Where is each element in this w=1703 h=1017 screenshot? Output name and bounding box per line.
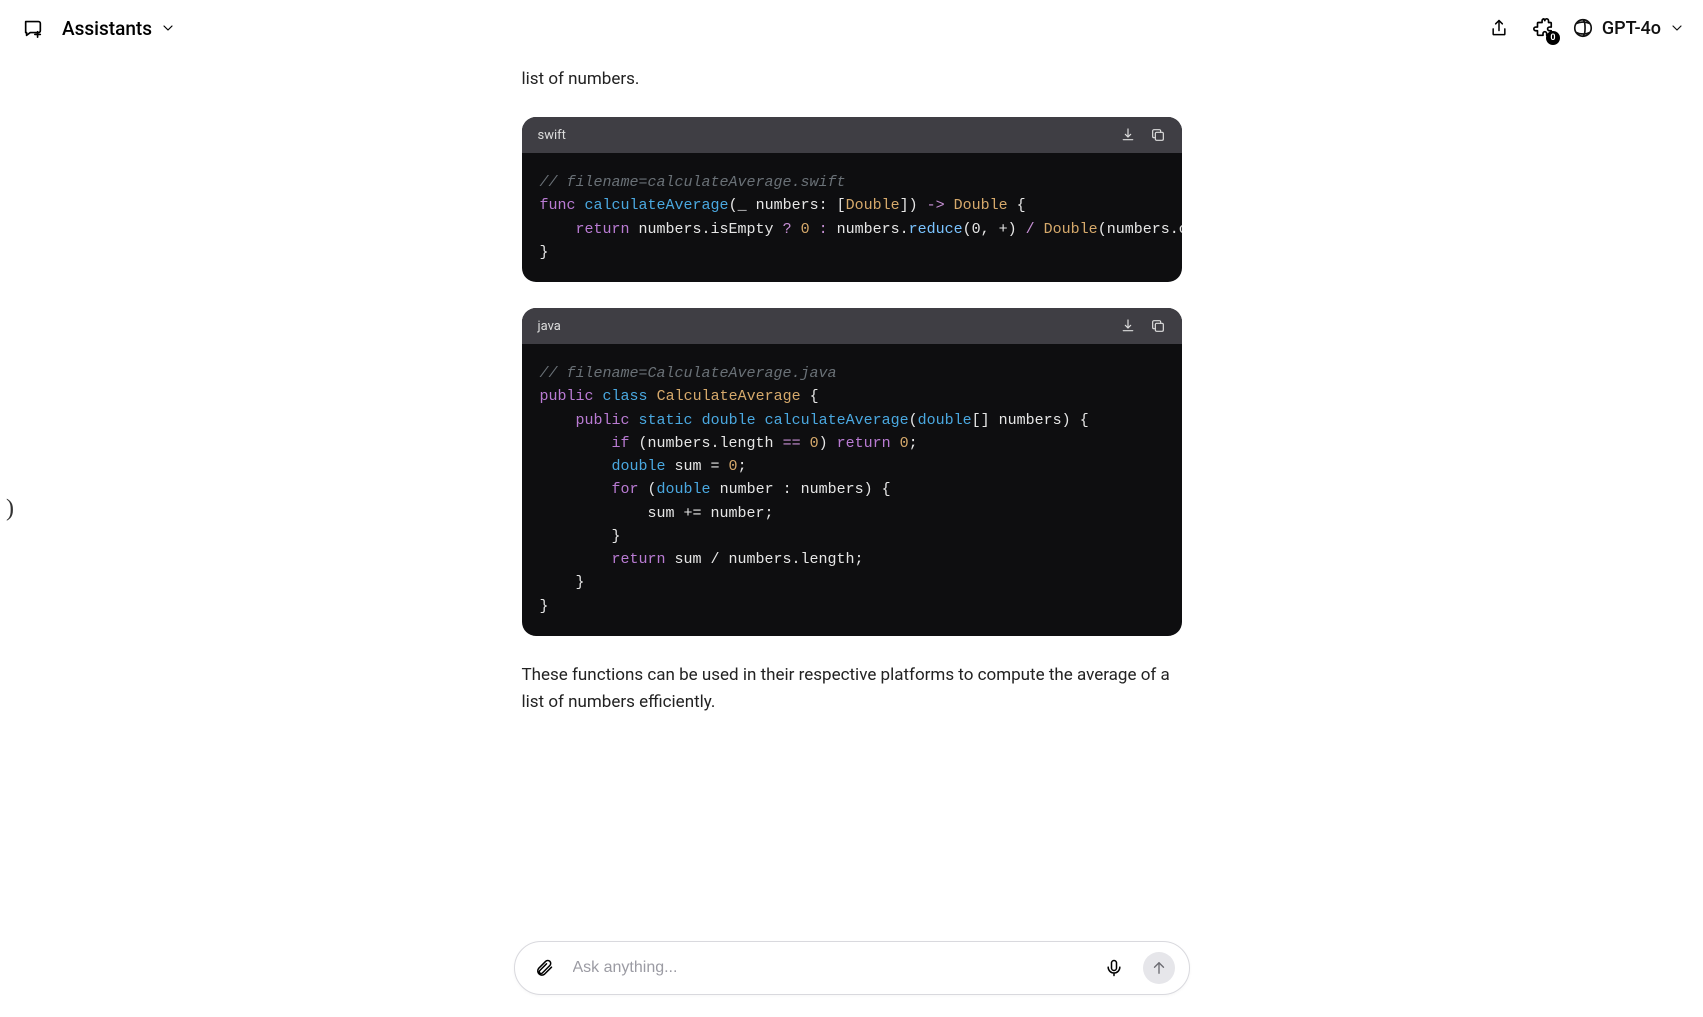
copy-icon[interactable] [1150,127,1166,143]
share-icon[interactable] [1484,13,1514,43]
code-body: // filename=calculateAverage.swift func … [522,153,1182,282]
assistant-text-outro: These functions can be used in their res… [522,662,1182,716]
message-column: list of numbers. swift // filename=calcu… [522,66,1182,780]
code-block-swift: swift // filename=calculateAverage.swift… [522,117,1182,282]
model-selector[interactable]: GPT-4o [1572,17,1685,39]
code-header: java [522,308,1182,344]
code-header: swift [522,117,1182,153]
new-chat-icon[interactable] [18,13,48,43]
code-lang-label: java [538,319,561,334]
topbar-left: Assistants [18,13,176,43]
chevron-down-icon [160,20,176,36]
assistants-dropdown[interactable]: Assistants [62,17,176,40]
composer-area [0,925,1703,1017]
copy-icon[interactable] [1150,318,1166,334]
composer [514,941,1190,995]
top-bar: Assistants 0 GPT-4o [0,0,1703,56]
attach-icon[interactable] [529,953,559,983]
code-block-java: java // filename=CalculateAverage.java p… [522,308,1182,636]
conversation-scroll: list of numbers. swift // filename=calcu… [0,56,1703,925]
model-name: GPT-4o [1602,18,1661,39]
code-lang-label: swift [538,128,566,143]
extensions-icon[interactable]: 0 [1528,13,1558,43]
download-icon[interactable] [1120,127,1136,143]
assistant-text-fragment: list of numbers. [522,66,1182,93]
sidebar-expand-handle[interactable]: ) [6,495,14,522]
chevron-down-icon [1669,20,1685,36]
extensions-badge: 0 [1546,31,1560,45]
code-body: // filename=CalculateAverage.java public… [522,344,1182,636]
topbar-right: 0 GPT-4o [1484,13,1685,43]
download-icon[interactable] [1120,318,1136,334]
send-button[interactable] [1143,952,1175,984]
assistants-label: Assistants [62,17,152,40]
composer-input[interactable] [573,959,1085,977]
openai-logo-icon [1572,17,1594,39]
mic-icon[interactable] [1099,953,1129,983]
